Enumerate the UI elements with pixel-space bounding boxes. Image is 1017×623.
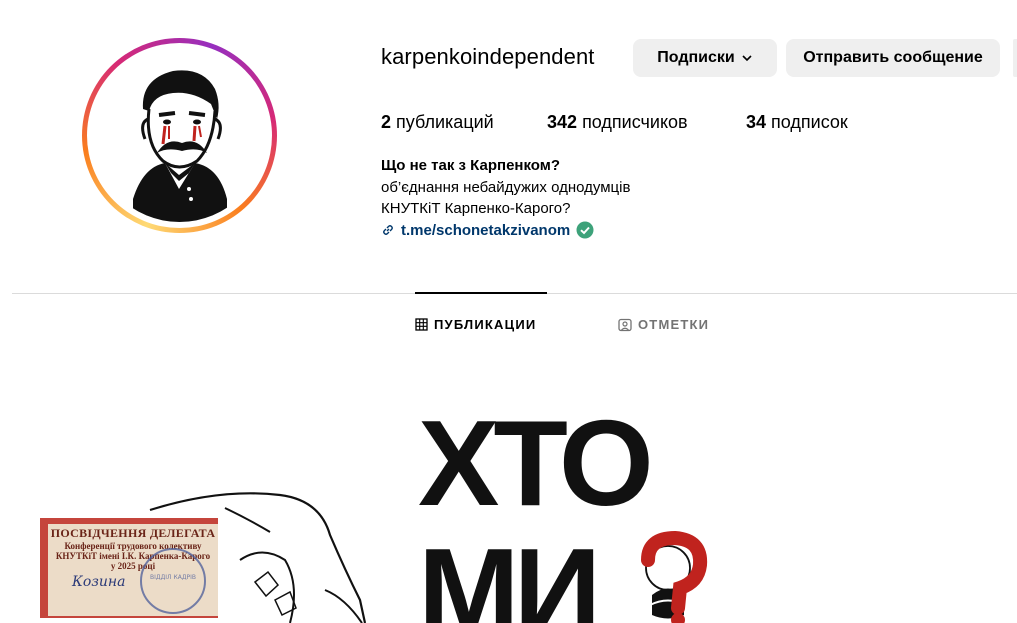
following-button[interactable]: Подписки: [633, 39, 777, 77]
following-count: 34: [746, 112, 767, 132]
send-message-label: Отправить сообщение: [803, 49, 983, 66]
tab-posts[interactable]: ПУБЛИКАЦИИ: [415, 317, 536, 332]
more-button-partial[interactable]: [1013, 39, 1017, 77]
bio-line: КНУТКіТ Карпенко-Карого?: [381, 200, 571, 217]
stat-followers[interactable]: 342 подписчиков: [547, 112, 688, 133]
tab-tagged[interactable]: ОТМЕТКИ: [618, 317, 709, 332]
grid-icon: [415, 318, 428, 331]
profile-username: karpenkoindependent: [381, 44, 595, 69]
stamp-seal: ВІДДІЛ КАДРІВ: [140, 548, 206, 614]
post-headline-line1: ХТО: [418, 395, 654, 531]
active-tab-indicator: [415, 292, 547, 294]
stat-following[interactable]: 34 подписок: [746, 112, 848, 133]
card-title: ПОСВІДЧЕННЯ ДЕЛЕГАТА: [50, 526, 216, 540]
bio-link-row: t.me/schonetakzivanom: [381, 221, 594, 239]
avatar[interactable]: [93, 49, 266, 222]
followers-count: 342: [547, 112, 578, 132]
posts-count: 2: [381, 112, 392, 132]
post-headline-line2: МИ: [418, 523, 601, 623]
link-icon: [383, 225, 393, 235]
stamp-text: ВІДДІЛ КАДРІВ: [150, 574, 197, 581]
stat-posts: 2 публикаций: [381, 112, 494, 133]
card-line: Конференції трудового колективу: [64, 541, 202, 551]
tagged-person-icon: [618, 318, 632, 331]
following-label: подписок: [771, 112, 848, 132]
bio-name: Що не так з Карпенком?: [381, 157, 561, 174]
bio-line: об’єднання небайдужих однодумців: [381, 179, 631, 196]
followers-label: подписчиков: [582, 112, 688, 132]
tab-tagged-label: ОТМЕТКИ: [638, 317, 710, 332]
following-button-label: Подписки: [657, 49, 735, 66]
portrait-illustration: [133, 70, 227, 222]
verified-badge-icon: [576, 221, 594, 239]
card-signature: Козина: [72, 574, 126, 590]
posts-label: публикаций: [396, 112, 494, 132]
send-message-button[interactable]: Отправить сообщение: [786, 39, 1000, 77]
tab-posts-label: ПУБЛИКАЦИИ: [434, 317, 537, 332]
bio-link[interactable]: t.me/schonetakzivanom: [401, 222, 570, 239]
chevron-down-icon: [742, 55, 752, 62]
